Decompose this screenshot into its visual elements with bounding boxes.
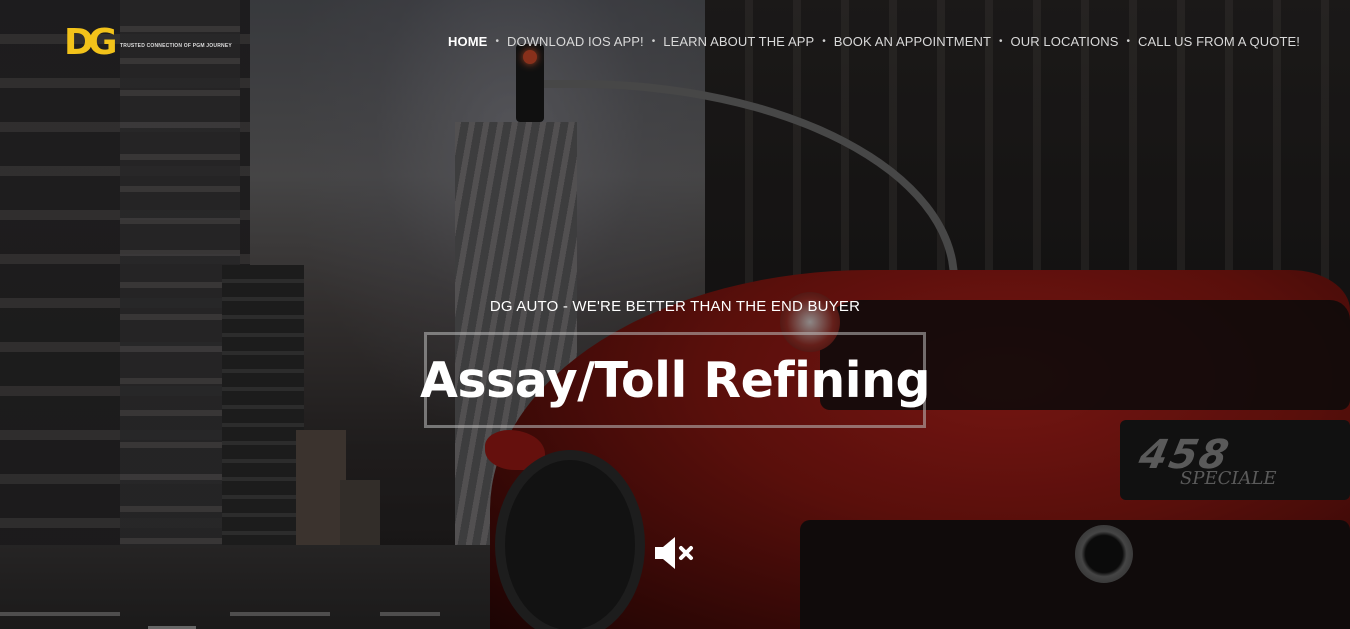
main-nav: HOME • DOWNLOAD IOS APP! • LEARN ABOUT T… xyxy=(448,34,1300,49)
nav-separator: • xyxy=(495,36,499,47)
nav-download-ios-app[interactable]: DOWNLOAD IOS APP! xyxy=(507,34,644,49)
logo-letter-d: D xyxy=(64,22,94,63)
hero-title-frame: Assay/Toll Refining xyxy=(420,332,931,428)
nav-our-locations[interactable]: OUR LOCATIONS xyxy=(1011,34,1119,49)
logo-letter-g: G xyxy=(88,22,118,63)
nav-separator: • xyxy=(822,36,826,47)
logo-tagline: TRUSTED CONNECTION OF PGM JOURNEY xyxy=(120,42,232,49)
nav-home[interactable]: HOME xyxy=(448,34,487,49)
nav-separator: • xyxy=(1126,36,1130,47)
nav-book-appointment[interactable]: BOOK AN APPOINTMENT xyxy=(834,34,991,49)
nav-learn-about-app[interactable]: LEARN ABOUT THE APP xyxy=(663,34,814,49)
hero-eyebrow: DG AUTO - WE'RE BETTER THAN THE END BUYE… xyxy=(489,298,861,315)
volume-muted-icon[interactable] xyxy=(651,535,699,571)
hero-title: Assay/Toll Refining xyxy=(419,351,931,409)
nav-separator: • xyxy=(999,36,1003,47)
nav-call-us-quote[interactable]: CALL US FROM A QUOTE! xyxy=(1138,34,1300,49)
nav-separator: • xyxy=(651,36,656,47)
logo[interactable]: D G TRUSTED CONNECTION OF PGM JOURNEY xyxy=(64,22,232,63)
logo-mark: D G xyxy=(64,22,118,63)
